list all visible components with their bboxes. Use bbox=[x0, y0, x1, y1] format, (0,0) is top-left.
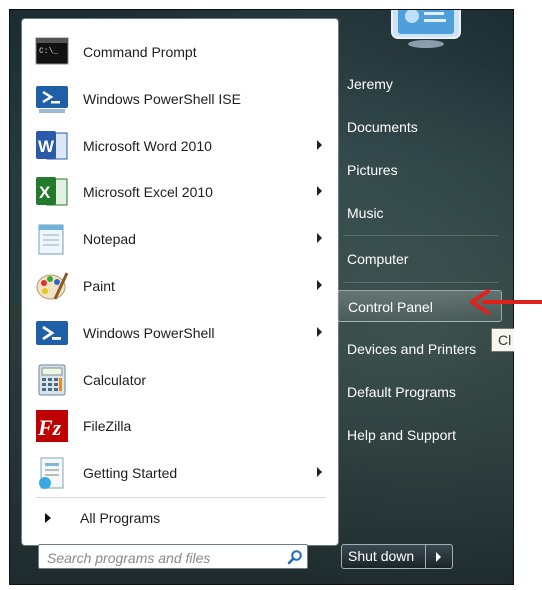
program-item[interactable]: Fz FileZilla bbox=[22, 403, 338, 449]
search-input[interactable] bbox=[45, 547, 285, 568]
program-item[interactable]: C:\_ Command Prompt bbox=[22, 29, 338, 75]
shutdown-button[interactable]: Shut down bbox=[341, 544, 426, 569]
right-arrow-icon bbox=[45, 513, 51, 523]
all-programs-label: All Programs bbox=[80, 510, 161, 526]
svg-text:W: W bbox=[38, 137, 55, 156]
program-item[interactable]: X Microsoft Excel 2010 bbox=[22, 169, 338, 215]
right-menu-label: Control Panel bbox=[348, 299, 433, 315]
right-menu-label: Default Programs bbox=[347, 384, 456, 400]
right-menu-item[interactable]: Devices and Printers bbox=[337, 333, 502, 365]
program-label: Windows PowerShell ISE bbox=[83, 90, 241, 107]
calculator-icon bbox=[35, 363, 69, 397]
program-item[interactable]: Paint bbox=[22, 263, 338, 309]
program-item[interactable]: Getting Started bbox=[22, 450, 338, 496]
program-item[interactable]: Notepad bbox=[22, 216, 338, 262]
right-menu-label: Documents bbox=[347, 119, 418, 135]
program-item[interactable]: Windows PowerShell bbox=[22, 310, 338, 356]
submenu-arrow-icon[interactable] bbox=[317, 467, 322, 478]
annotation-arrow-icon bbox=[470, 289, 542, 315]
right-menu-label: Computer bbox=[347, 251, 409, 267]
start-menu: C:\_ Command Prompt Windows PowerShell ISE… bbox=[9, 1, 514, 585]
right-separator bbox=[343, 282, 498, 283]
shutdown-options-button[interactable] bbox=[426, 544, 453, 569]
program-label: Command Prompt bbox=[83, 44, 197, 60]
program-label: Microsoft Excel 2010 bbox=[83, 184, 213, 201]
paint-icon bbox=[35, 269, 69, 303]
tooltip-text: Cl bbox=[498, 332, 512, 348]
svg-text:X: X bbox=[39, 183, 51, 202]
program-label: Microsoft Word 2010 bbox=[83, 137, 212, 154]
program-item[interactable]: Calculator bbox=[22, 357, 338, 403]
chevron-right-icon bbox=[436, 552, 441, 562]
program-label: Calculator bbox=[83, 371, 147, 388]
powershell-icon bbox=[35, 316, 69, 350]
filezilla-icon: Fz bbox=[35, 409, 69, 443]
right-menu-item[interactable]: Pictures bbox=[337, 154, 502, 186]
right-menu-label: Pictures bbox=[347, 162, 398, 178]
right-menu-label: Help and Support bbox=[347, 427, 456, 443]
search-icon[interactable] bbox=[287, 549, 303, 565]
right-separator bbox=[343, 235, 498, 236]
submenu-arrow-icon[interactable] bbox=[317, 326, 322, 337]
svg-text:C:\_: C:\_ bbox=[39, 47, 58, 56]
submenu-arrow-icon[interactable] bbox=[317, 139, 322, 150]
excel-icon: X bbox=[35, 175, 69, 209]
right-menu-label: Music bbox=[347, 205, 384, 221]
right-menu-item[interactable]: Help and Support bbox=[337, 419, 502, 451]
powershell-ise-icon bbox=[35, 82, 69, 116]
right-menu-item[interactable]: Default Programs bbox=[337, 376, 502, 408]
right-menu-label: Devices and Printers bbox=[347, 341, 477, 357]
right-menu-label: Jeremy bbox=[347, 76, 393, 92]
submenu-arrow-icon[interactable] bbox=[317, 186, 322, 197]
getting-started-icon bbox=[35, 456, 69, 490]
submenu-arrow-icon[interactable] bbox=[317, 233, 322, 244]
search-box[interactable] bbox=[38, 544, 308, 569]
user-picture[interactable] bbox=[388, 1, 464, 48]
program-label: Windows PowerShell bbox=[83, 324, 215, 341]
tooltip: Cl bbox=[491, 328, 514, 352]
right-menu-item[interactable]: Music bbox=[337, 197, 502, 229]
programs-pane: C:\_ Command Prompt Windows PowerShell ISE… bbox=[21, 18, 339, 546]
program-item[interactable]: Windows PowerShell ISE bbox=[22, 76, 338, 122]
right-menu-item[interactable]: Jeremy bbox=[337, 68, 502, 100]
shutdown-label: Shut down bbox=[348, 548, 415, 564]
program-label: Notepad bbox=[83, 231, 136, 248]
program-item[interactable]: W Microsoft Word 2010 bbox=[22, 123, 338, 169]
svg-text:Fz: Fz bbox=[37, 415, 62, 440]
right-menu-item[interactable]: Computer bbox=[337, 243, 502, 275]
all-programs-button[interactable]: All Programs bbox=[22, 497, 338, 539]
word-icon: W bbox=[35, 129, 69, 163]
notepad-icon bbox=[35, 222, 69, 256]
submenu-arrow-icon[interactable] bbox=[317, 280, 322, 290]
command-prompt-icon: C:\_ bbox=[35, 35, 69, 69]
program-label: Paint bbox=[83, 278, 115, 294]
program-label: Getting Started bbox=[83, 465, 178, 482]
right-menu-item[interactable]: Documents bbox=[337, 111, 502, 143]
program-label: FileZilla bbox=[83, 418, 132, 435]
